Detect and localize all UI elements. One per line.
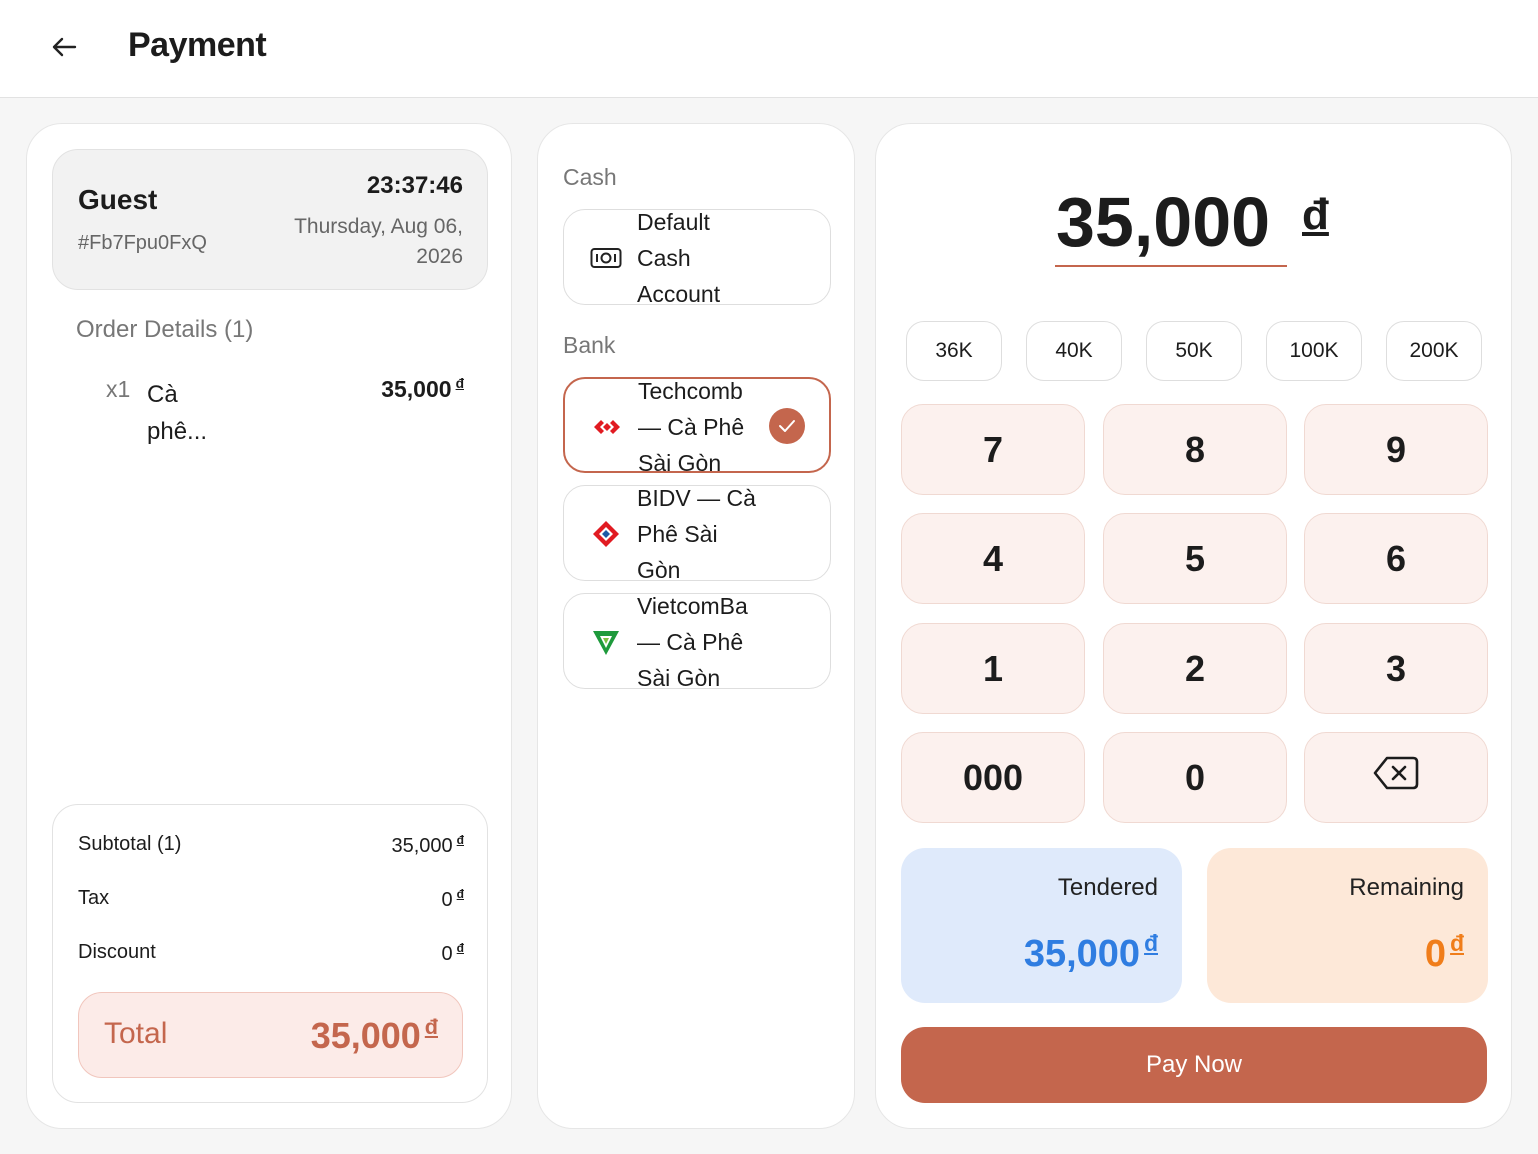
amount-underline bbox=[1055, 265, 1287, 267]
techcombank-logo-icon bbox=[591, 412, 623, 442]
check-icon bbox=[769, 408, 805, 444]
quick-amount-40k[interactable]: 40K bbox=[1026, 321, 1122, 381]
bidv-logo-icon bbox=[590, 519, 622, 549]
remaining-box: Remaining 0đ bbox=[1207, 848, 1488, 1003]
backspace-icon bbox=[1373, 755, 1419, 800]
top-bar: Payment bbox=[0, 0, 1538, 98]
payment-method-name: Default Cash Account bbox=[637, 210, 721, 305]
key-2[interactable]: 2 bbox=[1103, 623, 1287, 714]
subtotal-value: 35,000 đ bbox=[391, 833, 464, 857]
key-5[interactable]: 5 bbox=[1103, 513, 1287, 604]
subtotal-label: Subtotal (1) bbox=[78, 833, 182, 855]
key-9[interactable]: 9 bbox=[1304, 404, 1488, 495]
order-id: #Fb7Fpu0FxQ bbox=[78, 232, 207, 254]
tax-label: Tax bbox=[78, 887, 110, 909]
quick-amount-200k[interactable]: 200K bbox=[1386, 321, 1482, 381]
tendered-label: Tendered bbox=[1057, 874, 1158, 901]
order-panel: Guest #Fb7Fpu0FxQ 23:37:46 Thursday, Aug… bbox=[26, 123, 512, 1129]
pay-now-button[interactable]: Pay Now bbox=[901, 1027, 1487, 1103]
remaining-value: 0đ bbox=[1424, 930, 1464, 975]
total-label: Total bbox=[104, 1017, 168, 1050]
payment-method-name: Techcomb — Cà Phê Sài Gòn bbox=[638, 379, 745, 473]
key-3[interactable]: 3 bbox=[1304, 623, 1488, 714]
key-8[interactable]: 8 bbox=[1103, 404, 1287, 495]
item-price: 35,000 đ bbox=[381, 376, 464, 402]
item-name: Cà phê... bbox=[147, 381, 208, 445]
total-box: Total 35,000 đ bbox=[78, 992, 463, 1078]
key-000[interactable]: 000 bbox=[901, 732, 1085, 823]
key-1[interactable]: 1 bbox=[901, 623, 1085, 714]
payment-method-techcombank[interactable]: Techcomb — Cà Phê Sài Gòn bbox=[563, 377, 831, 473]
guest-name: Guest bbox=[78, 184, 158, 215]
arrow-left-icon bbox=[51, 37, 77, 62]
tax-value: 0đ bbox=[441, 887, 464, 911]
remaining-label: Remaining bbox=[1349, 874, 1464, 901]
payment-method-name: VietcomBa — Cà Phê Sài Gòn bbox=[637, 594, 748, 689]
key-7[interactable]: 7 bbox=[901, 404, 1085, 495]
cash-icon bbox=[590, 243, 622, 273]
order-details-heading: Order Details (1) bbox=[76, 316, 254, 343]
payment-methods-panel: Cash Default Cash Account Bank Techcomb … bbox=[537, 123, 855, 1129]
quick-amount-50k[interactable]: 50K bbox=[1146, 321, 1242, 381]
tendered-value: 35,000 đ bbox=[1023, 930, 1158, 975]
payment-method-vietcombank[interactable]: VietcomBa — Cà Phê Sài Gòn bbox=[563, 593, 831, 689]
order-summary: Subtotal (1) 35,000 đ Tax 0đ Discount 0đ … bbox=[52, 804, 488, 1103]
vietcombank-logo-icon bbox=[590, 627, 622, 657]
quick-amount-36k[interactable]: 36K bbox=[906, 321, 1002, 381]
guest-card: Guest #Fb7Fpu0FxQ 23:37:46 Thursday, Aug… bbox=[52, 149, 488, 290]
cash-section-label: Cash bbox=[563, 164, 617, 190]
order-date: Thursday, Aug 06, 2026 bbox=[294, 215, 463, 268]
quick-amount-100k[interactable]: 100K bbox=[1266, 321, 1362, 381]
payment-method-bidv[interactable]: BIDV — Cà Phê Sài Gòn bbox=[563, 485, 831, 581]
keypad-panel: 35,000 đ 36K 40K 50K 100K 200K 7 8 9 4 5… bbox=[875, 123, 1512, 1129]
item-quantity: x1 bbox=[106, 376, 131, 402]
amount-display: 35,000 bbox=[1056, 183, 1271, 261]
payment-method-default-cash[interactable]: Default Cash Account bbox=[563, 209, 831, 305]
amount-currency: đ bbox=[1302, 190, 1329, 239]
key-6[interactable]: 6 bbox=[1304, 513, 1488, 604]
total-value: 35,000 đ bbox=[310, 1014, 438, 1057]
back-button[interactable] bbox=[40, 28, 88, 70]
discount-value: 0đ bbox=[441, 941, 464, 965]
order-time: 23:37:46 bbox=[366, 172, 463, 199]
key-4[interactable]: 4 bbox=[901, 513, 1085, 604]
discount-label: Discount bbox=[78, 941, 156, 963]
key-0[interactable]: 0 bbox=[1103, 732, 1287, 823]
bank-section-label: Bank bbox=[563, 332, 616, 358]
payment-method-name: BIDV — Cà Phê Sài Gòn bbox=[637, 486, 756, 581]
page-title: Payment bbox=[128, 26, 267, 64]
tendered-box: Tendered 35,000 đ bbox=[901, 848, 1182, 1003]
key-backspace[interactable] bbox=[1304, 732, 1488, 823]
